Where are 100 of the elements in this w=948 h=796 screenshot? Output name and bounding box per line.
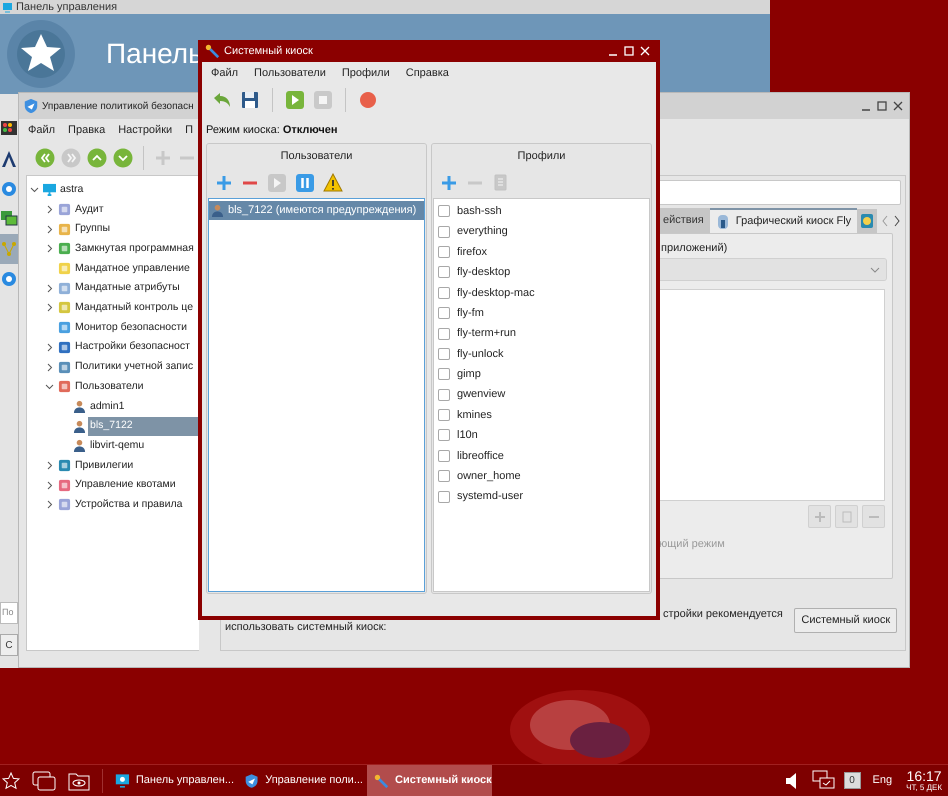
maximize-icon[interactable] — [877, 101, 887, 111]
monitors-icon[interactable] — [0, 210, 18, 228]
tree-item[interactable]: Политики учетной запис — [73, 358, 199, 377]
eye-folder-icon[interactable] — [68, 770, 90, 790]
notification-count[interactable]: 0 — [844, 772, 861, 789]
save-icon[interactable] — [240, 90, 260, 110]
plus-icon[interactable] — [440, 174, 458, 192]
profile-label: firefox — [457, 244, 487, 260]
app-icon — [58, 458, 70, 472]
tree-item[interactable]: libvirt-qemu — [88, 436, 199, 456]
checkbox[interactable] — [438, 368, 450, 380]
menu-item[interactable]: Настройки — [118, 122, 172, 138]
tree-item[interactable]: Замкнутая программная — [73, 239, 199, 258]
tree-item[interactable]: Мандатный контроль це — [73, 298, 199, 318]
star-logo-icon — [6, 19, 76, 89]
tree-item[interactable]: Устройства и правила — [73, 495, 199, 514]
checkbox[interactable] — [438, 205, 450, 218]
profile-label: kmines — [457, 408, 492, 423]
keys-icon — [373, 772, 389, 788]
menu-item[interactable]: Профили — [342, 64, 390, 82]
app-icon — [2, 2, 13, 12]
menu-item[interactable]: Файл — [28, 122, 56, 138]
checkbox[interactable] — [438, 348, 450, 360]
settings-icon[interactable] — [0, 270, 18, 288]
profile-label: fly-unlock — [457, 346, 504, 362]
keyboard-layout[interactable]: Eng — [872, 772, 892, 789]
chevron-right-icon[interactable] — [44, 500, 54, 510]
list-item[interactable]: bls_7122 (имеются предупреждения) — [209, 201, 424, 220]
tree-item[interactable]: Группы — [73, 220, 199, 239]
tree-item[interactable]: Аудит — [73, 200, 199, 220]
pause-icon[interactable] — [295, 173, 315, 193]
taskbar-task[interactable]: Системный киоск — [367, 765, 492, 796]
menu-item[interactable]: Файл — [211, 64, 238, 82]
tree-item[interactable]: admin1 — [88, 396, 199, 416]
compass-icon[interactable] — [0, 150, 18, 168]
tree-item[interactable]: Мандатное управление — [73, 259, 199, 278]
down-icon[interactable] — [113, 148, 133, 168]
checkbox[interactable] — [438, 307, 450, 320]
chevron-right-icon[interactable] — [44, 342, 54, 352]
star-icon[interactable] — [2, 772, 20, 790]
chevron-down-icon[interactable] — [30, 185, 38, 194]
chevron-right-icon[interactable] — [44, 362, 54, 372]
menu-item[interactable]: Справка — [406, 64, 449, 82]
tab[interactable]: ействия — [657, 208, 710, 233]
taskbar-task[interactable]: Управление поли... — [238, 765, 363, 796]
menu-item[interactable]: Пользователи — [254, 64, 326, 82]
chevron-right-icon[interactable] — [893, 215, 902, 227]
checkbox[interactable] — [438, 226, 450, 238]
checkbox[interactable] — [438, 388, 450, 401]
tree-item[interactable]: Монитор безопасности — [73, 318, 199, 338]
chevron-right-icon[interactable] — [44, 460, 54, 470]
tree-item[interactable]: Управление квотами — [73, 476, 199, 495]
search-field[interactable]: По — [0, 602, 18, 624]
chevron-right-icon[interactable] — [44, 205, 54, 214]
settings-icon[interactable] — [0, 180, 18, 198]
chevron-right-icon[interactable] — [44, 244, 54, 254]
panel-button[interactable]: С — [0, 634, 18, 656]
menu-item[interactable]: П — [185, 122, 194, 138]
play-icon[interactable] — [285, 90, 305, 110]
up-icon[interactable] — [87, 148, 107, 168]
kiosk-button[interactable]: Системный киоск — [794, 608, 898, 633]
note-text: стройки рекомендуется — [662, 608, 784, 621]
plus-icon[interactable] — [215, 174, 233, 192]
checkbox[interactable] — [438, 490, 450, 503]
windows-icon[interactable] — [32, 770, 56, 790]
checkbox[interactable] — [438, 328, 450, 340]
clock-time[interactable]: 16:17 — [906, 769, 942, 783]
checkbox[interactable] — [438, 286, 450, 299]
tree-item[interactable]: Пользователи — [73, 377, 199, 396]
checkbox[interactable] — [438, 246, 450, 258]
record-icon[interactable] — [358, 90, 378, 110]
chevron-right-icon[interactable] — [44, 303, 54, 312]
chevron-right-icon[interactable] — [44, 480, 54, 490]
tree-item[interactable]: Настройки безопасност — [73, 338, 199, 357]
profile-label: systemd-user — [457, 489, 524, 504]
tab[interactable] — [857, 209, 878, 233]
traffic-lights-icon[interactable] — [0, 120, 18, 138]
checkbox[interactable] — [438, 450, 450, 462]
checkbox[interactable] — [438, 429, 450, 442]
chevron-down-icon[interactable] — [44, 382, 54, 392]
checkbox[interactable] — [438, 409, 450, 422]
tree-item[interactable]: Привилегии — [73, 456, 199, 475]
checkbox[interactable] — [438, 266, 450, 278]
network-icon[interactable] — [812, 770, 836, 792]
tab[interactable]: Графический киоск Fly — [710, 208, 858, 233]
taskbar-task[interactable]: Панель управлен... — [109, 765, 234, 796]
chevron-right-icon[interactable] — [44, 284, 54, 293]
app-icon — [58, 242, 70, 256]
window-title: Управление политикой безопасн — [42, 100, 194, 114]
warning-icon[interactable] — [323, 173, 343, 193]
chevron-right-icon[interactable] — [44, 224, 54, 234]
clock-date[interactable]: ЧТ, 5 ДЕК — [906, 784, 942, 792]
close-icon[interactable] — [893, 101, 903, 111]
list-box[interactable] — [657, 289, 886, 501]
rewind-icon[interactable] — [35, 148, 55, 168]
tree-item[interactable]: astra — [58, 180, 199, 200]
menu-item[interactable]: Правка — [68, 122, 106, 138]
text-field[interactable] — [657, 180, 902, 205]
tree-item[interactable]: Мандатные атрибуты — [73, 278, 199, 298]
checkbox[interactable] — [438, 470, 450, 482]
